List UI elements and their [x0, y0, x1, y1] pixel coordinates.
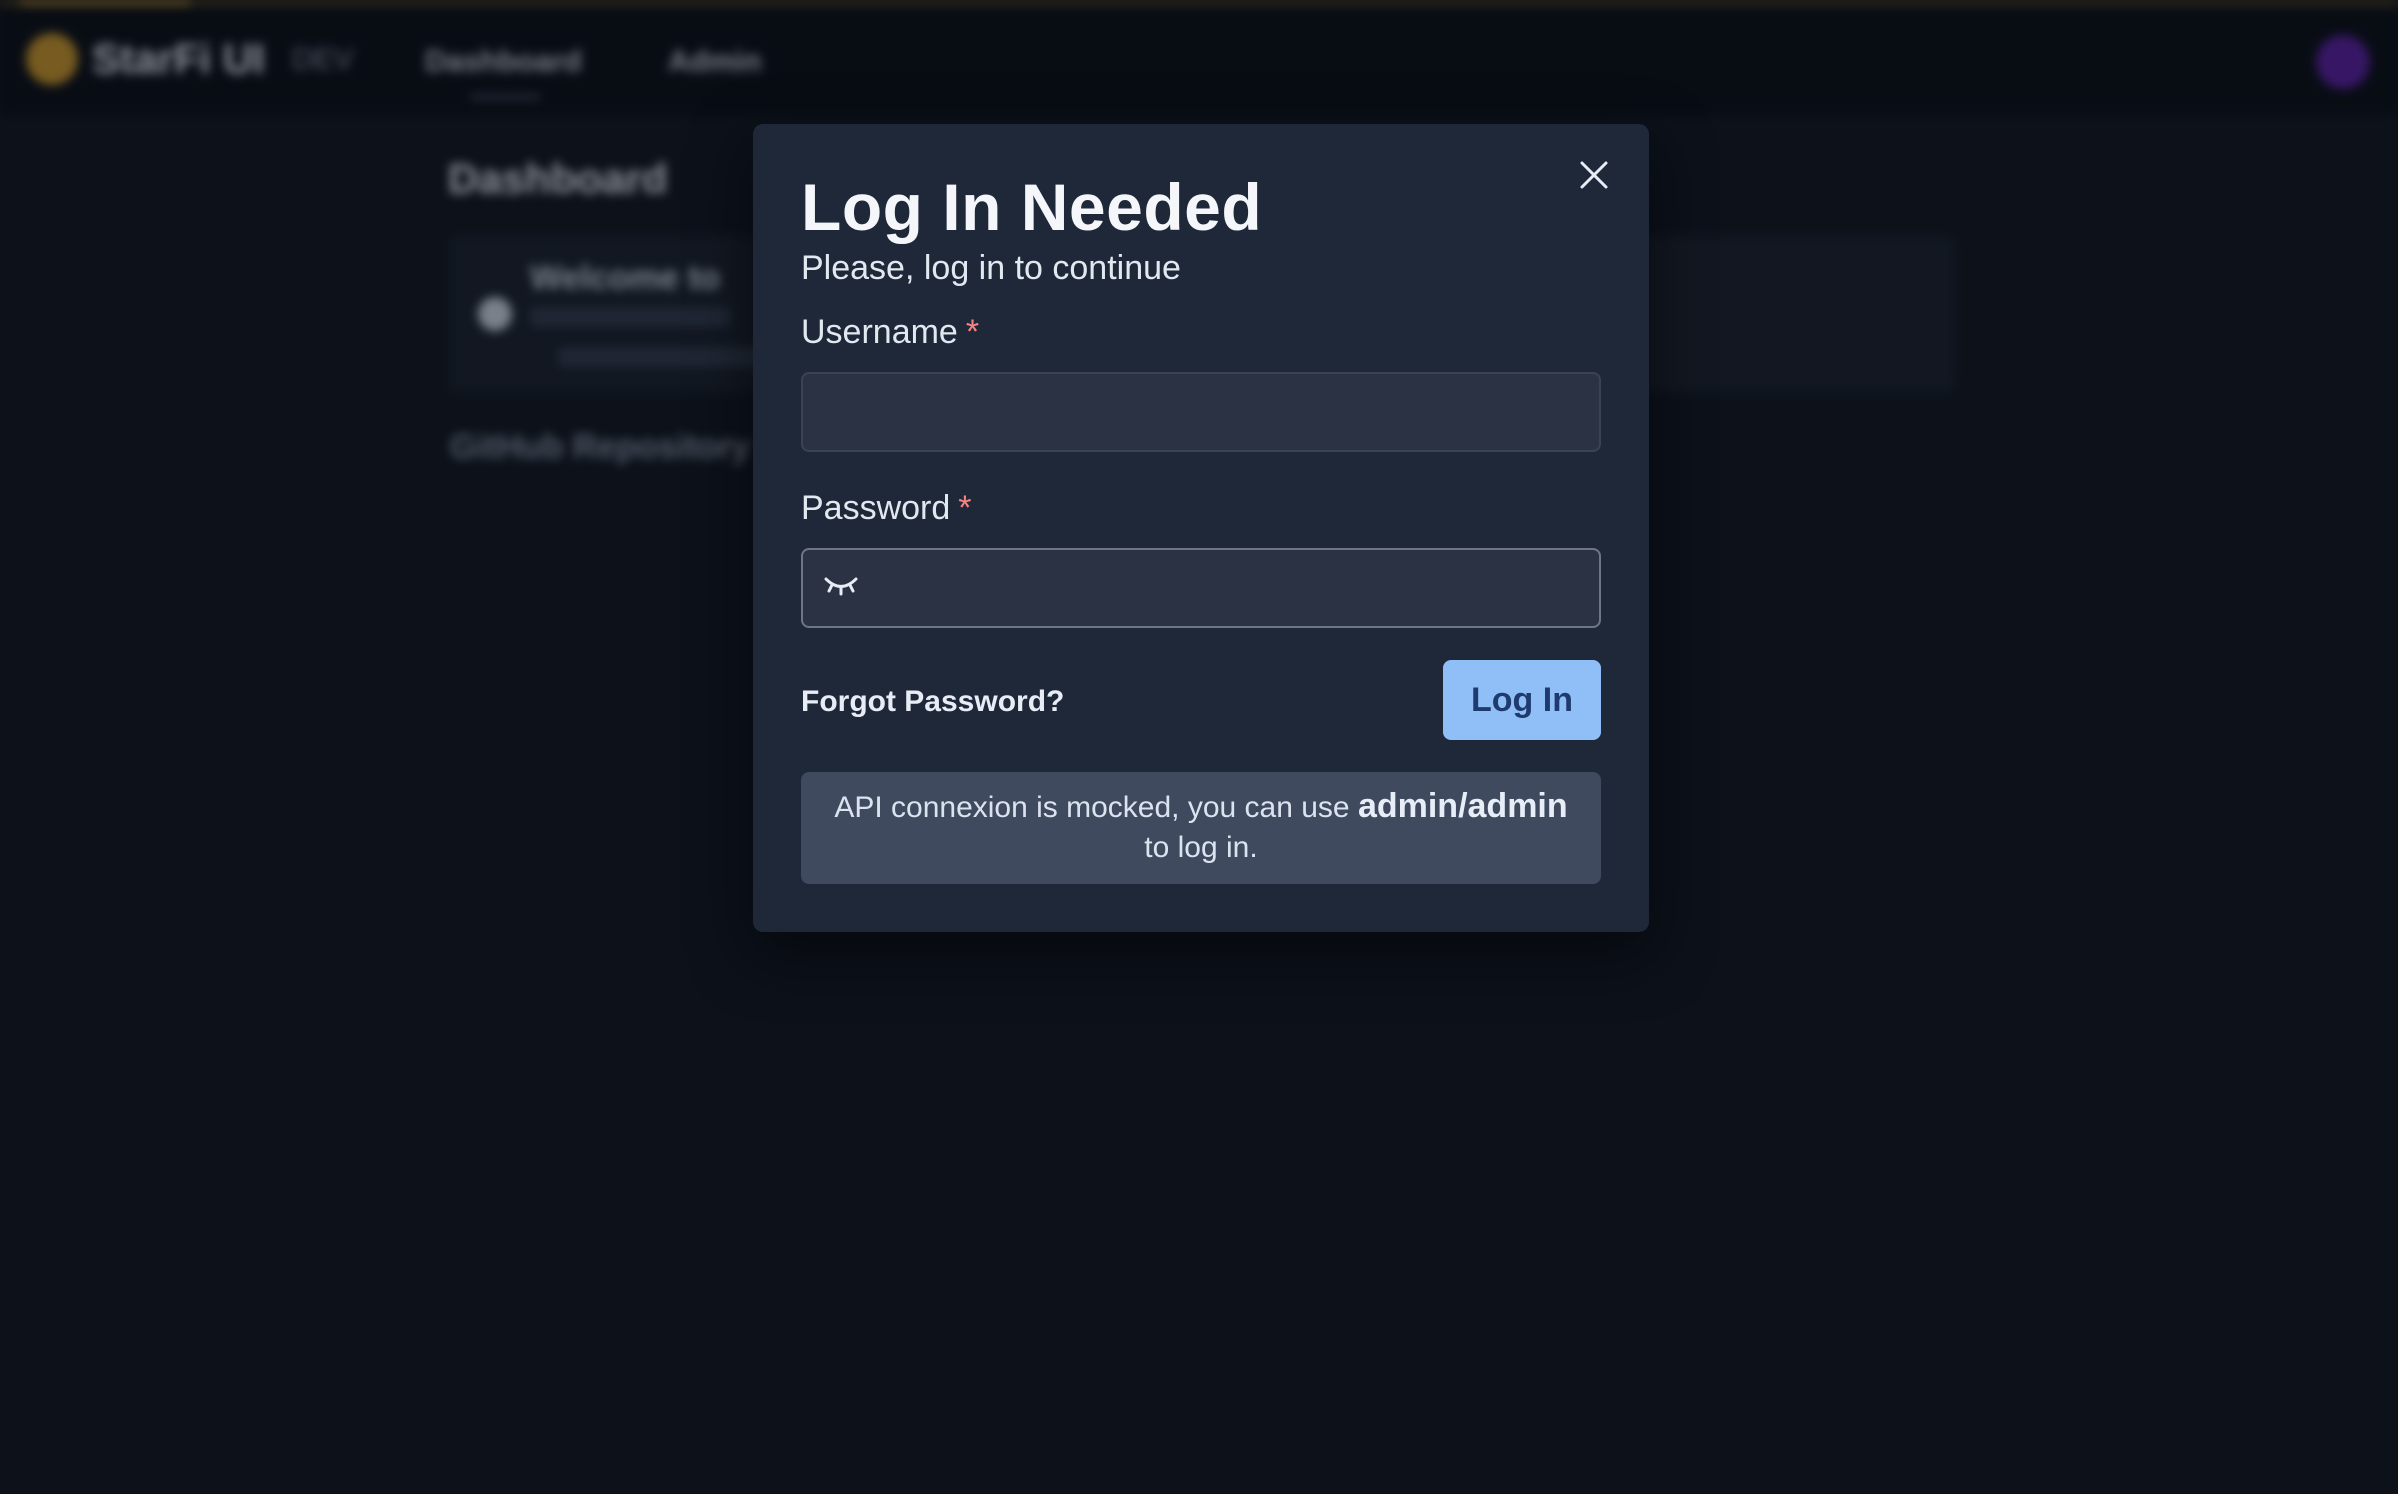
toggle-password-visibility-button[interactable]: [821, 564, 861, 604]
required-mark: *: [958, 489, 972, 527]
forgot-password-link[interactable]: Forgot Password?: [801, 682, 1064, 721]
required-mark: *: [965, 313, 980, 351]
info-text-before: API connexion is mocked, you can use: [834, 791, 1358, 824]
password-input[interactable]: [801, 548, 1601, 628]
info-text-after: to log in.: [1144, 831, 1258, 864]
username-input[interactable]: [801, 372, 1601, 452]
mock-api-info-box: API connexion is mocked, you can use adm…: [801, 772, 1601, 884]
login-modal: Log In Needed Please, log in to continue…: [753, 124, 1649, 932]
password-label-text: Password: [801, 489, 951, 527]
password-label: Password *: [801, 486, 972, 530]
modal-subtitle: Please, log in to continue: [801, 249, 1181, 287]
eye-closed-icon: [824, 577, 858, 596]
username-label: Username *: [801, 310, 979, 354]
info-credentials: admin/admin: [1357, 787, 1568, 825]
close-icon: [1580, 161, 1608, 189]
modal-title: Log In Needed: [801, 170, 1263, 244]
page: StarFi UI DEV Dashboard Admin Dashboard …: [0, 0, 2398, 1494]
login-button[interactable]: Log In: [1443, 660, 1601, 740]
close-button[interactable]: [1573, 154, 1615, 196]
username-label-text: Username: [801, 313, 958, 351]
